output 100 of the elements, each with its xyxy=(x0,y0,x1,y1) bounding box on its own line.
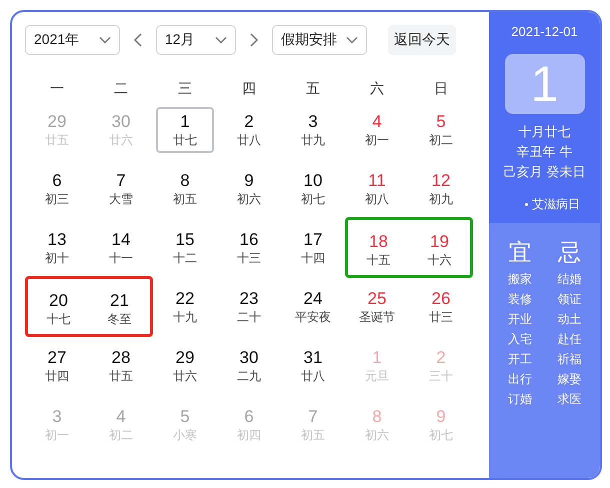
lunar-date: 初五 xyxy=(173,190,197,206)
lunar-date: 廿四 xyxy=(45,368,69,384)
lunar-date: 廿七 xyxy=(173,132,197,148)
suitable-item: 订婚 xyxy=(508,391,532,408)
calendar-day[interactable]: 2 廿八 xyxy=(220,106,278,152)
chevron-down-icon xyxy=(346,36,358,44)
day-number: 30 xyxy=(112,112,130,132)
calendar-day[interactable]: 10 初七 xyxy=(284,166,342,212)
day-number: 9 xyxy=(436,406,446,426)
calendar-day[interactable]: 25 圣诞节 xyxy=(348,284,406,330)
calendar-day[interactable]: 19 十六 xyxy=(410,226,468,272)
year-select[interactable]: 2021年 xyxy=(25,25,120,55)
day-number: 3 xyxy=(308,112,318,132)
lunar-date: 大雪 xyxy=(109,190,133,206)
lunar-date: 初九 xyxy=(429,190,453,206)
day-number: 3 xyxy=(52,406,62,426)
day-number: 31 xyxy=(304,348,322,368)
lunar-date: 冬至 xyxy=(108,310,132,326)
day-number: 20 xyxy=(49,290,68,310)
weekday-label: 三 xyxy=(177,79,193,98)
weekday-label: 五 xyxy=(305,79,321,98)
lunar-date: 初七 xyxy=(301,190,325,206)
lunar-date: 廿五 xyxy=(109,368,133,384)
calendar-day[interactable]: 4 初一 xyxy=(348,106,406,152)
weekday-label: 日 xyxy=(433,79,449,98)
lunar-date: 初六 xyxy=(365,426,389,442)
lunar-date: 廿五 xyxy=(45,132,69,148)
holiday-select[interactable]: 假期安排 xyxy=(272,25,367,55)
suitable-item: 开业 xyxy=(508,311,532,328)
calendar-day[interactable]: 18 十五 xyxy=(350,226,408,272)
lunar-date: 十五 xyxy=(366,252,390,268)
day-number: 18 xyxy=(369,232,388,252)
calendar-day[interactable]: 15 十二 xyxy=(156,224,214,270)
day-number: 7 xyxy=(308,406,318,426)
calendar-day[interactable]: 17 十四 xyxy=(284,224,342,270)
day-number: 16 xyxy=(240,230,258,250)
year-ganzhi: 辛丑年 牛 xyxy=(516,143,572,161)
calendar-day[interactable]: 14 十一 xyxy=(92,224,150,270)
lunar-date: 十七 xyxy=(46,310,70,326)
month-select[interactable]: 12月 xyxy=(156,25,236,55)
calendar-day[interactable]: 11 初八 xyxy=(348,166,406,212)
calendar-day[interactable]: 1 廿七 xyxy=(156,106,214,152)
lunar-date: 十六 xyxy=(428,252,452,268)
calendar-day[interactable]: 30 二九 xyxy=(220,342,278,388)
suitable-item: 搬家 xyxy=(508,271,532,288)
day-number: 14 xyxy=(112,230,130,250)
calendar-day[interactable]: 12 初九 xyxy=(412,166,470,212)
lunar-date: 初七 xyxy=(429,426,453,442)
day-number: 8 xyxy=(180,170,190,190)
suitable-item: 出行 xyxy=(508,371,532,388)
today-button[interactable]: 返回今天 xyxy=(388,25,456,55)
day-number: 25 xyxy=(368,288,386,308)
lunar-date: 初八 xyxy=(365,190,389,206)
selected-date: 2021-12-01 xyxy=(511,23,578,41)
lunar-date: 廿八 xyxy=(237,132,261,148)
day-number: 17 xyxy=(304,230,322,250)
calendar-day[interactable]: 9 初六 xyxy=(220,166,278,212)
lunar-date: 十月廿七 xyxy=(518,123,570,141)
calendar-day[interactable]: 29 廿六 xyxy=(156,342,214,388)
calendar-day[interactable]: 8 初五 xyxy=(156,166,214,212)
lunar-date: 廿六 xyxy=(173,368,197,384)
lunar-date: 廿三 xyxy=(429,308,453,324)
calendar-day[interactable]: 3 廿九 xyxy=(284,106,342,152)
day-number: 4 xyxy=(372,112,382,132)
avoid-item: 赴任 xyxy=(557,331,582,348)
calendar-day[interactable]: 24 平安夜 xyxy=(284,284,342,330)
day-number: 22 xyxy=(176,288,194,308)
suitable-item: 开工 xyxy=(508,351,532,368)
calendar-day[interactable]: 22 十九 xyxy=(156,284,214,330)
calendar-day[interactable]: 5 初二 xyxy=(412,106,470,152)
lunar-date: 初三 xyxy=(45,190,69,206)
suitable-item: 装修 xyxy=(508,291,532,308)
calendar-day[interactable]: 26 廿三 xyxy=(412,284,470,330)
lunar-date: 初一 xyxy=(365,132,389,148)
calendar-day[interactable]: 6 初三 xyxy=(28,166,86,212)
lunar-date: 初六 xyxy=(237,190,261,206)
day-number: 11 xyxy=(368,170,386,190)
day-number: 7 xyxy=(116,170,126,190)
day-number: 10 xyxy=(304,170,322,190)
calendar-day[interactable]: 21 冬至 xyxy=(90,286,148,332)
calendar-day[interactable]: 20 十七 xyxy=(30,286,88,332)
calendar-day[interactable]: 27 廿四 xyxy=(28,342,86,388)
day-number: 6 xyxy=(52,170,62,190)
day-number: 26 xyxy=(432,288,450,308)
avoid-item: 结婚 xyxy=(557,271,582,288)
lunar-date: 初二 xyxy=(109,426,133,442)
calendar-day[interactable]: 28 廿五 xyxy=(92,342,150,388)
calendar-day[interactable]: 7 大雪 xyxy=(92,166,150,212)
lunar-date: 十四 xyxy=(301,250,325,266)
day-number: 6 xyxy=(244,406,254,426)
lunar-date: 初十 xyxy=(45,250,69,266)
weekday-label: 四 xyxy=(241,79,257,98)
lunar-date: 十一 xyxy=(109,250,133,266)
day-number: 23 xyxy=(240,288,258,308)
calendar-day[interactable]: 16 十三 xyxy=(220,224,278,270)
weekday-label: 六 xyxy=(369,79,385,98)
calendar-day[interactable]: 23 二十 xyxy=(220,284,278,330)
calendar-day[interactable]: 31 廿八 xyxy=(284,342,342,388)
calendar-day[interactable]: 13 初十 xyxy=(28,224,86,270)
day-number: 28 xyxy=(112,348,130,368)
